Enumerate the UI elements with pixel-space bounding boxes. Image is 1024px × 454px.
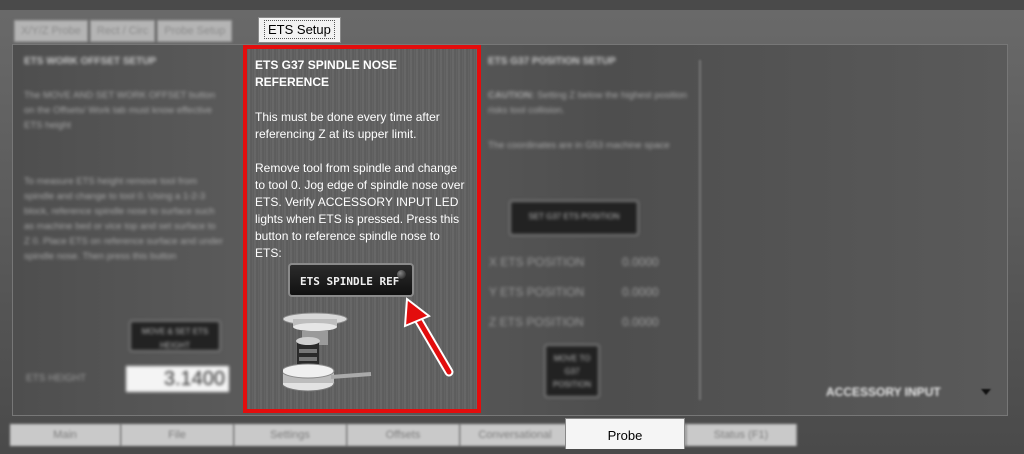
tab-conversational[interactable]: Conversational	[460, 424, 571, 446]
y-ets-position-label: Y ETS POSITION	[489, 285, 585, 299]
spindle-nose-text-1: This must be done every time after refer…	[255, 110, 440, 141]
tab-xyz-probe[interactable]: X/Y/Z Probe	[14, 20, 88, 42]
led-icon	[397, 270, 406, 279]
tab-probe-setup[interactable]: Probe Setup	[157, 20, 233, 42]
section-divider	[699, 60, 701, 400]
left-section-text-2: To measure ETS height remove tool from s…	[24, 176, 224, 262]
pointer-arrow-icon	[403, 297, 454, 377]
ets-height-field[interactable]: 3.1400	[126, 366, 229, 392]
caution-label: CAUTION:	[488, 90, 535, 101]
z-ets-position-value[interactable]: 0.0000	[622, 315, 659, 329]
ets-spindle-diagram-icon	[283, 312, 372, 392]
set-g37-ets-position-button[interactable]: SET G37 ETS POSITION	[509, 200, 639, 236]
coordinates-note: The coordinates are in G53 machine space	[488, 140, 670, 151]
ets-spindle-ref-button[interactable]: ETS SPINDLE REF	[288, 263, 414, 297]
y-ets-position-value[interactable]: 0.0000	[622, 285, 659, 299]
tab-ets-setup-label: ETS Setup	[264, 20, 335, 39]
caution-text: CAUTION: Setting Z below the highest pos…	[488, 88, 693, 118]
spindle-nose-text-2: Remove tool from spindle and change to t…	[255, 161, 465, 260]
tab-status[interactable]: Status (F1)	[686, 424, 797, 446]
tab-rect-circ[interactable]: Rect / Circ	[89, 20, 156, 42]
accessory-input-label: ACCESSORY INPUT	[826, 385, 941, 399]
tab-probe[interactable]: Probe	[565, 418, 685, 449]
spindle-nose-title: ETS G37 SPINDLE NOSE REFERENCE	[255, 58, 398, 89]
x-ets-position-value[interactable]: 0.0000	[622, 255, 659, 269]
move-set-ets-height-button[interactable]: MOVE & SET ETS HEIGHT	[129, 320, 221, 352]
z-ets-position-label: Z ETS POSITION	[489, 315, 584, 329]
tab-file[interactable]: File	[121, 424, 234, 446]
ets-spindle-ref-label: ETS SPINDLE REF	[300, 275, 400, 288]
tab-main[interactable]: Main	[10, 424, 121, 446]
accessory-input-led-icon	[981, 389, 991, 395]
tab-settings[interactable]: Settings	[234, 424, 347, 446]
x-ets-position-label: X ETS POSITION	[489, 255, 585, 269]
left-section-title: ETS WORK OFFSET SETUP	[24, 56, 157, 67]
tab-offsets[interactable]: Offsets	[347, 424, 460, 446]
right-section-title: ETS G37 POSITION SETUP	[488, 56, 616, 67]
move-to-g37-position-button[interactable]: MOVE TO G37 POSITION	[544, 344, 600, 398]
probe-sub-tabs: X/Y/Z Probe Rect / Circ Probe Setup	[14, 20, 234, 42]
ets-height-label: ETS HEIGHT	[26, 373, 87, 384]
spindle-nose-reference-section: ETS G37 SPINDLE NOSE REFERENCE This must…	[243, 45, 481, 413]
top-strip	[0, 0, 1024, 10]
left-section-text-1: The MOVE AND SET WORK OFFSET button on t…	[24, 90, 216, 131]
tab-ets-setup[interactable]: ETS Setup	[258, 17, 341, 43]
